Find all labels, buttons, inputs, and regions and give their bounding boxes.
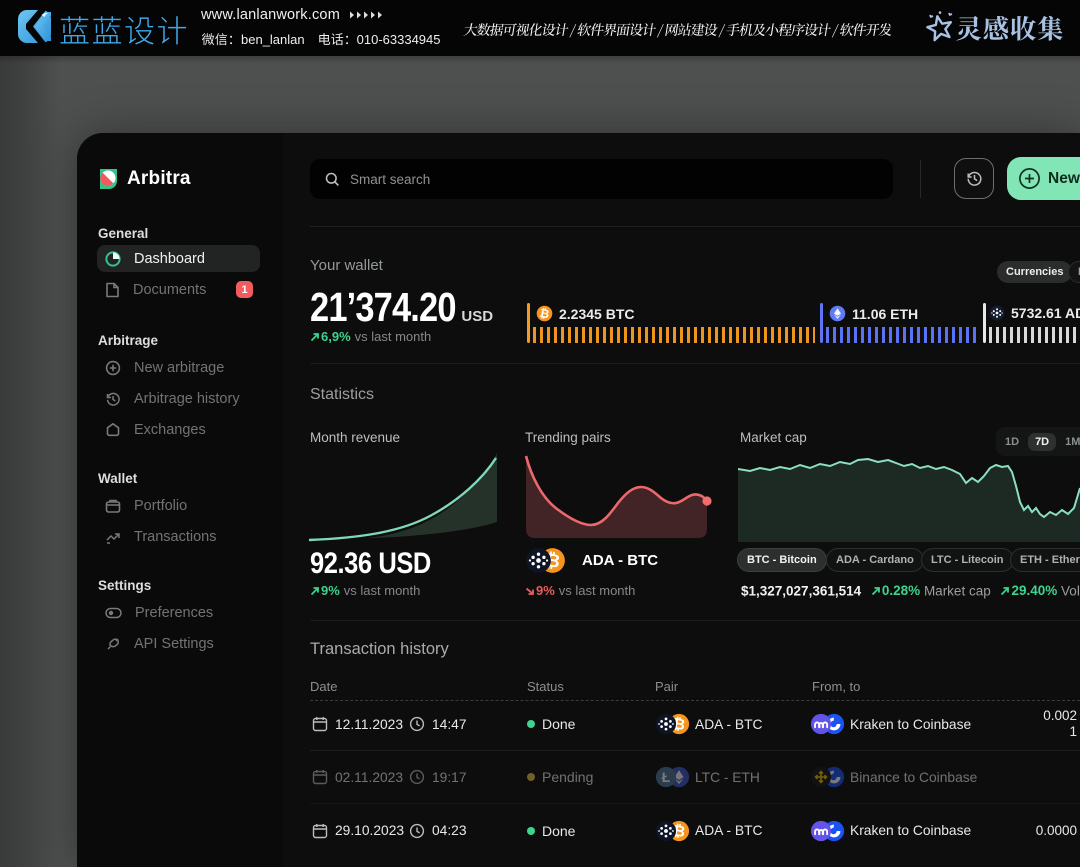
svg-text:Ł: Ł — [662, 770, 670, 785]
